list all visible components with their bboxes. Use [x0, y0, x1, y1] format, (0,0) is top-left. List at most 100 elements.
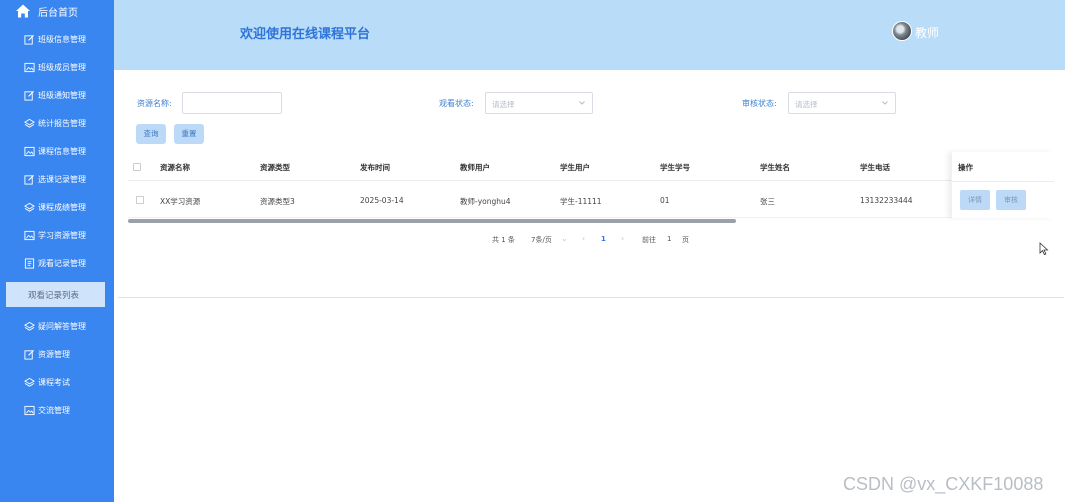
- image-icon: [24, 405, 35, 416]
- sidebar-item-label: 课程考试: [38, 378, 70, 387]
- pagination-goto-label: 前往: [642, 236, 656, 244]
- chevron-down-icon[interactable]: ⌄: [561, 234, 568, 243]
- watch-status-placeholder: 请选择: [492, 100, 515, 109]
- sidebar-item-label: 学习资源管理: [38, 231, 86, 240]
- review-status-select[interactable]: 请选择: [788, 92, 896, 114]
- action-column-header: 操作: [958, 163, 973, 172]
- sidebar-item-label: 课程信息管理: [38, 147, 86, 156]
- detail-button[interactable]: 详情: [960, 190, 990, 210]
- sidebar-item-label: 统计报告管理: [38, 119, 86, 128]
- select-all-checkbox[interactable]: [133, 163, 141, 171]
- avatar[interactable]: [892, 21, 912, 41]
- layers-icon: [24, 202, 35, 212]
- chevron-down-icon: [579, 101, 585, 105]
- row-checkbox[interactable]: [136, 196, 144, 204]
- watch-status-label: 观看状态:: [439, 99, 474, 108]
- pagination-current-page[interactable]: 1: [601, 235, 606, 243]
- reset-button[interactable]: 重置: [174, 124, 204, 144]
- column-header[interactable]: 资源名称: [160, 162, 190, 173]
- column-divider: [952, 181, 1054, 182]
- pagination-total: 共 1 条: [492, 236, 515, 244]
- watch-status-select[interactable]: 请选择: [485, 92, 593, 114]
- pagination-page-suffix: 页: [682, 236, 689, 244]
- sidebar-item-class-members[interactable]: 班级成员管理: [0, 54, 114, 82]
- review-status-label: 审核状态:: [742, 99, 777, 108]
- sidebar-subitem-watch-list[interactable]: 观看记录列表: [6, 282, 105, 307]
- table-cell: 资源类型3: [260, 197, 295, 206]
- prev-page-icon[interactable]: ‹: [582, 234, 585, 243]
- table-header: 资源名称 资源类型 发布时间 教师用户 学生用户 学生学号 学生姓名 学生电话: [128, 152, 1052, 181]
- sidebar-item-qa[interactable]: 疑问解答管理: [0, 313, 114, 341]
- sidebar-item-watch-records[interactable]: 观看记录管理: [0, 250, 114, 278]
- resource-name-label: 资源名称:: [137, 99, 172, 108]
- review-status-placeholder: 请选择: [795, 100, 818, 109]
- site-title: 欢迎使用在线课程平台: [240, 27, 371, 42]
- sidebar-home[interactable]: 后台首页: [0, 0, 114, 24]
- sidebar-item-course-grades[interactable]: 课程成绩管理: [0, 194, 114, 222]
- edit-icon: [24, 90, 35, 101]
- image-icon: [24, 230, 35, 241]
- horizontal-scrollbar[interactable]: [128, 219, 736, 223]
- sidebar-item-label: 课程成绩管理: [38, 203, 86, 212]
- document-icon: [24, 258, 35, 269]
- edit-icon: [24, 34, 35, 45]
- sidebar-item-learning-resources[interactable]: 学习资源管理: [0, 222, 114, 250]
- edit-icon: [24, 349, 35, 360]
- review-button[interactable]: 审核: [996, 190, 1026, 210]
- table-cell: XX学习资源: [160, 197, 201, 206]
- sidebar-item-course-info[interactable]: 课程信息管理: [0, 138, 114, 166]
- sidebar-item-exams[interactable]: 课程考试: [0, 369, 114, 397]
- sidebar: 后台首页 班级信息管理 班级成员管理 班级通知管理 统计报告管理 课程信息管理 …: [0, 0, 114, 502]
- table-row: XX学习资源 资源类型3 2025-03-14 教师-yonghu4 学生-11…: [128, 182, 1052, 218]
- table-cell: 13132233444: [860, 196, 913, 205]
- watermark: CSDN @vx_CXKF10088: [843, 474, 1044, 494]
- sidebar-item-label: 班级信息管理: [38, 35, 86, 44]
- app-root: 后台首页 班级信息管理 班级成员管理 班级通知管理 统计报告管理 课程信息管理 …: [0, 0, 1065, 502]
- sidebar-item-label: 班级成员管理: [38, 63, 86, 72]
- sidebar-item-class-info[interactable]: 班级信息管理: [0, 26, 114, 54]
- sidebar-item-enroll-records[interactable]: 选课记录管理: [0, 166, 114, 194]
- query-button[interactable]: 查询: [136, 124, 166, 144]
- sidebar-item-label: 观看记录管理: [38, 259, 86, 268]
- table-cell: 张三: [760, 197, 775, 206]
- resource-name-input[interactable]: [182, 92, 282, 114]
- column-header[interactable]: 发布时间: [360, 162, 390, 173]
- pagination-page-size[interactable]: 7条/页: [531, 235, 552, 245]
- column-header[interactable]: 学生学号: [660, 162, 690, 173]
- table-cell: 01: [660, 196, 670, 205]
- column-header[interactable]: 学生姓名: [760, 162, 790, 173]
- layers-icon: [24, 321, 35, 331]
- sidebar-item-label: 资源管理: [38, 350, 70, 359]
- column-header[interactable]: 教师用户: [460, 162, 490, 173]
- sidebar-item-stats-report[interactable]: 统计报告管理: [0, 110, 114, 138]
- pagination-goto-input[interactable]: 1: [667, 235, 671, 243]
- image-icon: [24, 62, 35, 73]
- home-icon: [16, 4, 30, 18]
- top-header: 欢迎使用在线课程平台 教师: [114, 0, 1065, 70]
- column-header[interactable]: 学生用户: [560, 162, 590, 173]
- layers-icon: [24, 118, 35, 128]
- sidebar-item-label: 疑问解答管理: [38, 322, 86, 331]
- table-cell: 学生-11111: [560, 197, 602, 206]
- sidebar-item-label: 交流管理: [38, 406, 70, 415]
- sidebar-item-class-notice[interactable]: 班级通知管理: [0, 82, 114, 110]
- content-divider: [118, 297, 1064, 298]
- chevron-down-icon: [882, 101, 888, 105]
- sidebar-home-label: 后台首页: [38, 8, 78, 19]
- image-icon: [24, 146, 35, 157]
- table-cell: 教师-yonghu4: [460, 197, 511, 206]
- column-header[interactable]: 资源类型: [260, 162, 290, 173]
- table-cell: 2025-03-14: [360, 196, 404, 205]
- edit-icon: [24, 174, 35, 185]
- layers-icon: [24, 377, 35, 387]
- sidebar-item-communication[interactable]: 交流管理: [0, 397, 114, 425]
- cursor-icon: [1039, 242, 1049, 256]
- user-name[interactable]: 教师: [915, 24, 939, 41]
- next-page-icon[interactable]: ›: [621, 234, 624, 243]
- sidebar-subitem-label: 观看记录列表: [28, 291, 80, 301]
- action-column: 操作 详情 审核: [951, 152, 1054, 218]
- column-header[interactable]: 学生电话: [860, 162, 890, 173]
- sidebar-item-label: 班级通知管理: [38, 91, 86, 100]
- sidebar-item-resources[interactable]: 资源管理: [0, 341, 114, 369]
- sidebar-item-label: 选课记录管理: [38, 175, 86, 184]
